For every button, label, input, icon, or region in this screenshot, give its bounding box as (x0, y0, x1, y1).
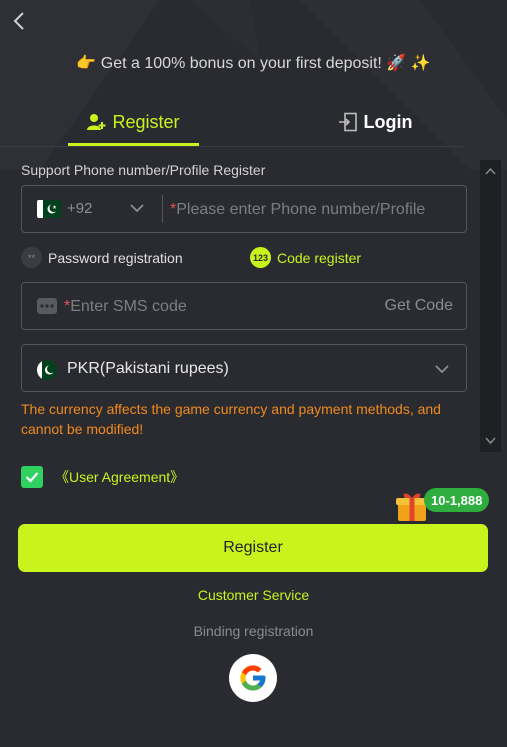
user-add-icon (86, 113, 106, 131)
customer-service-link[interactable]: Customer Service (0, 587, 507, 603)
code-register-option[interactable]: 123 Code register (250, 247, 361, 268)
checkmark-icon (25, 472, 39, 483)
agreement-checkbox[interactable] (21, 466, 43, 488)
message-dots-icon (37, 298, 57, 314)
register-button[interactable]: Register (18, 524, 488, 572)
promo-banner: 👉 Get a 100% bonus on your first deposit… (76, 55, 431, 72)
phone-separator (162, 195, 163, 223)
phone-input[interactable]: *Please enter Phone number/Profile (170, 201, 460, 219)
user-agreement-link[interactable]: 《User Agreement》 (55, 467, 184, 487)
country-code[interactable]: +92 (67, 200, 92, 217)
auth-tabs: Register Login (20, 98, 466, 146)
tab-login[interactable]: Login (300, 98, 450, 146)
chevron-down-icon (435, 365, 449, 374)
google-icon (240, 665, 266, 691)
currency-warning: The currency affects the game currency a… (21, 401, 441, 437)
tab-login-label: Login (363, 111, 413, 132)
pakistan-flag-icon (37, 360, 57, 380)
phone-field-label: Support Phone number/Profile Register (21, 162, 266, 178)
gift-box-icon[interactable] (395, 489, 429, 523)
phone-input-group: +92 *Please enter Phone number/Profile (21, 185, 467, 233)
pakistan-flag-icon (37, 200, 61, 218)
password-badge: ** (21, 247, 42, 268)
sms-code-input[interactable]: *Enter SMS code (64, 298, 334, 316)
chevron-down-icon[interactable] (129, 200, 145, 216)
back-button[interactable] (6, 8, 32, 34)
code-badge: 123 (250, 247, 271, 268)
login-door-icon (338, 112, 358, 132)
currency-select[interactable]: PKR(Pakistani rupees) (21, 344, 467, 392)
code-register-label: Code register (277, 249, 362, 266)
sms-placeholder: Enter SMS code (70, 298, 187, 315)
password-registration-option[interactable]: ** Password registration (21, 247, 183, 268)
tab-register[interactable]: Register (68, 98, 198, 146)
binding-registration-link[interactable]: Binding registration (0, 623, 507, 639)
tab-register-label: Register (112, 111, 180, 132)
currency-selected: PKR(Pakistani rupees) (67, 360, 229, 377)
get-code-button[interactable]: Get Code (385, 297, 453, 315)
google-login-button[interactable] (229, 654, 277, 702)
scroll-up-icon[interactable] (484, 165, 497, 178)
sms-input-group: *Enter SMS code Get Code (21, 282, 467, 330)
user-agreement-row: 《User Agreement》 (21, 466, 184, 488)
phone-placeholder: Please enter Phone number/Profile (176, 201, 426, 218)
form-scrollbar[interactable] (480, 160, 501, 452)
tabs-divider (0, 146, 466, 147)
password-registration-label: Password registration (48, 249, 183, 266)
scroll-down-icon[interactable] (484, 434, 497, 447)
chevron-left-icon (13, 12, 24, 30)
gift-bonus-badge[interactable]: 10-1,888 (424, 488, 490, 512)
